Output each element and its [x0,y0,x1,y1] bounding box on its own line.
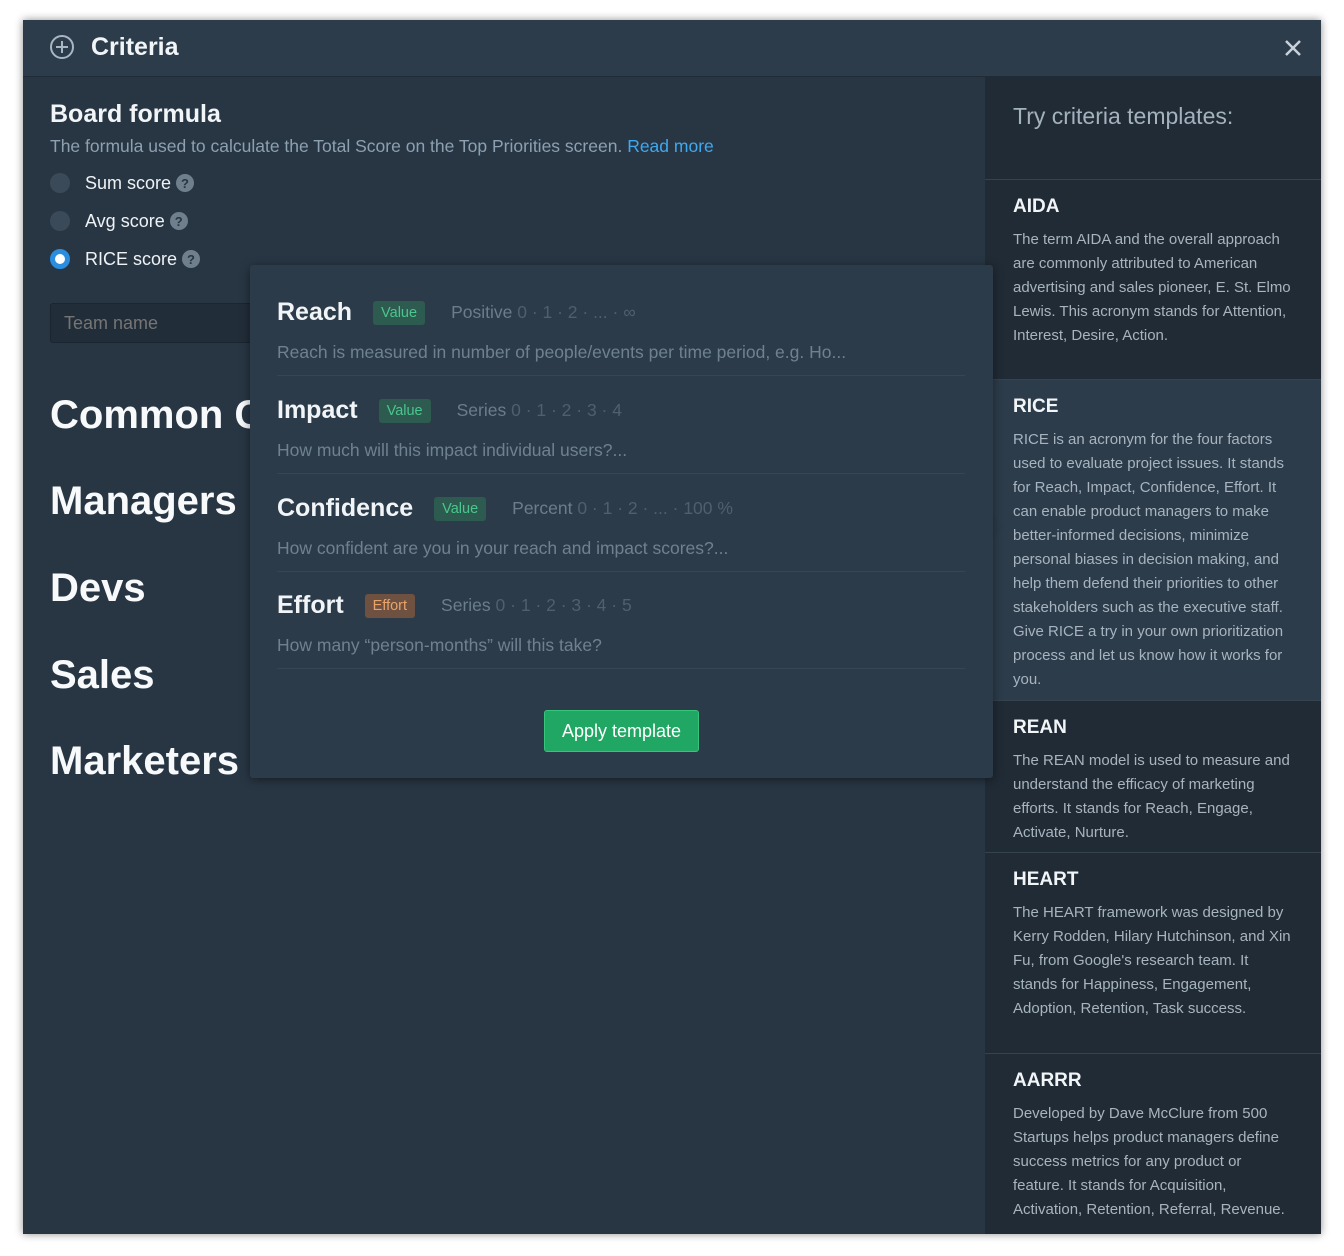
template-description: Developed by Dave McClure from 500 Start… [1013,1105,1285,1218]
criteria-modal: Criteria Board formula The formula used … [23,20,1321,1234]
criterion-header: Reach Value Positive 0 · 1 · 2 · ... · ∞ [277,298,636,327]
criterion-confidence: Confidence Value Percent 0 · 1 · 2 · ...… [277,474,965,572]
templates-heading: Try criteria templates: [1013,103,1234,129]
template-name: RICE [1013,396,1059,417]
radio-rice-score[interactable]: RICE score ? [50,246,201,272]
group-common[interactable]: Common C [50,393,263,438]
apply-template-button[interactable]: Apply template [544,710,699,752]
template-name: AARRR [1013,1070,1082,1091]
scale-values: 0 · 1 · 2 · 3 · 4 [511,400,622,420]
board-formula-description: The formula used to calculate the Total … [50,136,714,157]
template-rean[interactable]: REAN The REAN model is used to measure a… [985,700,1321,853]
radio-avg-score[interactable]: Avg score ? [50,208,188,234]
criterion-description: How confident are you in your reach and … [277,538,729,558]
plus-circle-icon[interactable] [50,35,74,59]
criterion-reach: Reach Value Positive 0 · 1 · 2 · ... · ∞… [277,278,965,376]
criterion-header: Confidence Value Percent 0 · 1 · 2 · ...… [277,494,733,523]
radio-button[interactable] [50,211,70,231]
template-rice[interactable]: RICE RICE is an acronym for the four fac… [985,379,1321,701]
template-preview-popover: Reach Value Positive 0 · 1 · 2 · ... · ∞… [250,265,993,778]
close-icon[interactable] [1282,37,1304,59]
criterion-effort: Effort Effort Series 0 · 1 · 2 · 3 · 4 ·… [277,571,965,669]
template-description: RICE is an acronym for the four factors … [1013,431,1284,688]
group-managers[interactable]: Managers [50,479,237,524]
group-sales[interactable]: Sales [50,653,155,698]
scale-values: 0 · 1 · 2 · 3 · 4 · 5 [495,595,632,615]
modal-header: Criteria [23,20,1321,77]
radio-sum-score[interactable]: Sum score ? [50,170,195,196]
modal-title: Criteria [91,33,179,61]
criterion-name: Reach [277,298,353,326]
criterion-impact: Impact Value Series 0 · 1 · 2 · 3 · 4 Ho… [277,376,965,474]
popover-arrow [993,515,1004,539]
help-icon[interactable]: ? [182,250,201,268]
criterion-badge: Value [378,398,431,423]
template-description: The REAN model is used to measure and un… [1013,752,1290,841]
criterion-scale: Percent 0 · 1 · 2 · ... · 100 % [512,498,733,519]
criterion-scale: Series 0 · 1 · 2 · 3 · 4 [457,400,622,421]
template-description: The HEART framework was designed by Kerr… [1013,904,1291,1017]
scale-values: 0 · 1 · 2 · ... · 100 % [577,498,733,518]
templates-panel: Try criteria templates: AIDA The term AI… [985,77,1321,1234]
template-aarrr[interactable]: AARRR Developed by Dave McClure from 500… [985,1053,1321,1234]
radio-label: RICE score [85,248,178,269]
read-more-link[interactable]: Read more [627,136,714,156]
criterion-badge: Value [373,300,426,325]
group-marketers[interactable]: Marketers [50,739,239,784]
criterion-name: Impact [277,396,358,424]
template-heart[interactable]: HEART The HEART framework was designed b… [985,852,1321,1053]
board-formula-text: The formula used to calculate the Total … [50,136,623,156]
radio-button-checked[interactable] [50,249,70,269]
scale-type: Series [441,595,491,615]
criterion-description: How many “person-months” will this take? [277,635,602,655]
scale-type: Series [456,400,507,420]
radio-label: Avg score [85,210,165,231]
help-icon[interactable]: ? [169,212,188,230]
criterion-header: Effort Effort Series 0 · 1 · 2 · 3 · 4 ·… [277,591,632,620]
criterion-header: Impact Value Series 0 · 1 · 2 · 3 · 4 [277,396,622,425]
criterion-name: Confidence [277,494,414,522]
scale-type: Percent [512,498,573,518]
criterion-description: Reach is measured in number of people/ev… [277,342,847,362]
template-name: AIDA [1013,196,1060,217]
scale-type: Positive [451,302,513,322]
scale-values: 0 · 1 · 2 · ... · ∞ [517,302,636,322]
criterion-scale: Series 0 · 1 · 2 · 3 · 4 · 5 [441,595,632,616]
help-icon[interactable]: ? [176,174,195,192]
criterion-badge: Value [434,496,487,521]
criterion-description: How much will this impact individual use… [277,440,628,460]
criterion-name: Effort [277,591,344,619]
criterion-badge: Effort [364,593,416,618]
template-description: The term AIDA and the overall approach a… [1013,231,1291,344]
template-name: HEART [1013,869,1079,890]
template-name: REAN [1013,717,1067,738]
radio-label: Sum score [85,172,172,193]
template-aida[interactable]: AIDA The term AIDA and the overall appro… [985,179,1321,379]
criterion-scale: Positive 0 · 1 · 2 · ... · ∞ [451,302,636,323]
group-devs[interactable]: Devs [50,566,146,611]
board-formula-title: Board formula [50,100,221,128]
radio-button[interactable] [50,173,70,193]
